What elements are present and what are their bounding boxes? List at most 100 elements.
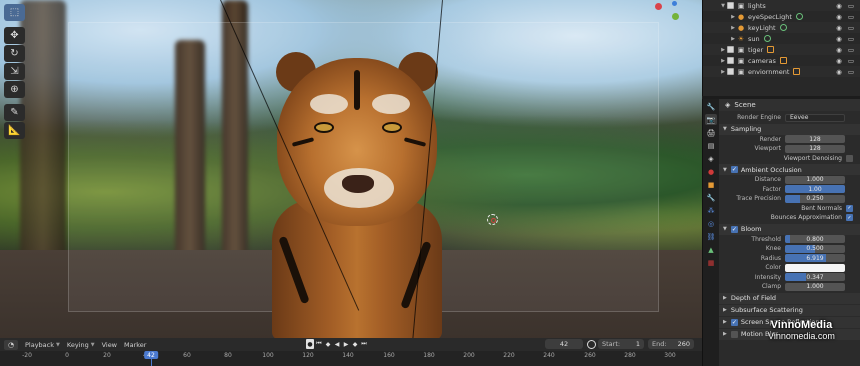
transform-tool-button[interactable]: ⊕ [4,81,25,98]
expand-arrow-icon[interactable]: ▶ [719,58,727,64]
bloom-radius-field[interactable]: 6.919 [785,254,845,263]
camera-icon[interactable]: ▭ [848,24,854,32]
playhead-frame-badge[interactable]: 42 [144,351,158,359]
marker-menu[interactable]: Marker [124,341,146,349]
playback-menu[interactable]: Playback ▼ [25,341,60,349]
tab-object[interactable]: ■ [705,179,717,190]
annotate-tool-button[interactable]: ✎ [4,104,25,121]
editor-type-button[interactable]: ◔ [4,339,18,350]
render-engine-dropdown[interactable]: Eevee [785,113,845,122]
eye-icon[interactable]: ◉ [836,57,842,65]
3d-cursor-icon[interactable] [487,214,498,225]
outliner-row-sun[interactable]: ▶ ☀ sun ◉ ▭ [703,33,860,44]
tab-tool[interactable]: 🔧 [705,101,717,112]
auto-keying-button[interactable]: ● [306,339,314,349]
expand-arrow-icon[interactable]: ▶ [719,47,727,53]
preview-range-icon[interactable] [587,340,596,349]
camera-icon[interactable]: ▭ [848,46,854,54]
include-checkbox[interactable] [727,57,734,64]
timeline-ruler[interactable]: -20 0 20 40 60 80 100 120 140 160 180 20… [0,351,702,366]
outliner-row-eyespeclight[interactable]: ▶ ● eyeSpecLight ◉ ▭ [703,11,860,22]
motion-blur-checkbox[interactable] [730,330,738,338]
outliner-row-cameras[interactable]: ▶ ▣ cameras ◉ ▭ [703,55,860,66]
scale-tool-button[interactable]: ⇲ [4,63,25,80]
tab-texture[interactable]: ▦ [705,257,717,268]
end-frame-field[interactable]: End: 260 [648,339,694,349]
bloom-clamp-field[interactable]: 1.000 [785,282,845,291]
camera-icon[interactable]: ▭ [848,2,854,10]
bent-normals-checkbox[interactable]: ✓ [846,204,853,212]
measure-tool-button[interactable]: 📐 [4,122,25,139]
expand-arrow-icon[interactable]: ▶ [729,14,737,20]
tiger-model[interactable] [262,50,452,338]
ao-factor-field[interactable]: 1.00 [785,185,845,194]
eye-icon[interactable]: ◉ [836,46,842,54]
outliner-row-lights[interactable]: ▼ ▣ lights ◉ ▭ [703,0,860,11]
jump-start-button[interactable]: ⏮ [315,339,323,349]
next-keyframe-button[interactable]: ◆ [351,339,359,349]
gizmo-y-axis-icon[interactable] [672,13,679,20]
expand-arrow-icon[interactable]: ▶ [729,36,737,42]
camera-icon[interactable]: ▭ [848,35,854,43]
eye-icon[interactable]: ◉ [836,2,842,10]
render-samples-field[interactable]: 128 [785,135,845,144]
outliner-row-enviornment[interactable]: ▶ ▣ enviornment ◉ ▭ [703,66,860,77]
bloom-section-header[interactable]: ▼ ✓ Bloom [719,223,860,235]
start-frame-field[interactable]: Start: 1 [598,339,644,349]
outliner-row-tiger[interactable]: ▶ ▣ tiger ◉ ▭ [703,44,860,55]
include-checkbox[interactable] [727,68,734,75]
ambient-occlusion-checkbox[interactable]: ✓ [730,166,738,173]
bloom-knee-field[interactable]: 0.500 [785,244,845,253]
tab-particles[interactable]: ⁂ [705,205,717,216]
tab-constraints[interactable]: ⛓ [705,231,717,242]
camera-icon[interactable]: ▭ [848,68,854,76]
3d-viewport[interactable]: ⬚ ✥ ↻ ⇲ ⊕ ✎ 📐 [0,0,702,338]
keying-menu[interactable]: Keying ▼ [67,341,95,349]
tab-view-layer[interactable]: ▤ [705,140,717,151]
tab-output[interactable]: 🖨 [705,127,717,138]
gizmo-z-axis-icon[interactable] [672,1,677,6]
viewport-denoising-checkbox[interactable] [846,154,853,162]
tab-data[interactable]: ▲ [705,244,717,255]
outliner-row-keylight[interactable]: ▶ ● keyLight ◉ ▭ [703,22,860,33]
tab-scene[interactable]: ◈ [705,153,717,164]
sampling-section-header[interactable]: ▼ Sampling [719,123,860,135]
current-frame-field[interactable]: 42 [545,339,583,349]
tab-physics[interactable]: ◎ [705,218,717,229]
ao-distance-field[interactable]: 1.000 [785,175,845,184]
play-button[interactable]: ▶ [342,339,350,349]
gizmo-x-axis-icon[interactable] [655,3,662,10]
bloom-threshold-field[interactable]: 0.800 [785,235,845,244]
bloom-color-swatch[interactable] [785,263,845,272]
viewport-samples-field[interactable]: 128 [785,144,845,153]
playhead-line[interactable] [151,359,152,366]
view-menu[interactable]: View [102,341,117,349]
camera-icon[interactable]: ▭ [848,57,854,65]
eye-icon[interactable]: ◉ [836,24,842,32]
play-reverse-button[interactable]: ◀ [333,339,341,349]
eye-icon[interactable]: ◉ [836,68,842,76]
move-tool-button[interactable]: ✥ [4,27,25,44]
jump-end-button[interactable]: ⏭ [360,339,368,349]
expand-arrow-icon[interactable]: ▶ [719,69,727,75]
ssr-checkbox[interactable]: ✓ [730,318,738,326]
expand-arrow-icon[interactable]: ▼ [719,3,727,9]
tab-world[interactable]: ● [705,166,717,177]
include-checkbox[interactable] [727,46,734,53]
depth-of-field-section-header[interactable]: ▶ Depth of Field [719,292,860,304]
tab-render[interactable]: 📷 [705,114,717,125]
rotate-tool-button[interactable]: ↻ [4,45,25,62]
ao-trace-field[interactable]: 0.250 [785,194,845,203]
ambient-occlusion-section-header[interactable]: ▼ ✓ Ambient Occlusion [719,164,860,175]
bloom-checkbox[interactable]: ✓ [730,225,738,233]
subsurface-section-header[interactable]: ▶ Subsurface Scattering [719,304,860,316]
prev-keyframe-button[interactable]: ◆ [324,339,332,349]
camera-icon[interactable]: ▭ [848,13,854,21]
select-box-tool-button[interactable]: ⬚ [4,4,25,21]
expand-arrow-icon[interactable]: ▶ [729,25,737,31]
include-checkbox[interactable] [727,2,734,9]
eye-icon[interactable]: ◉ [836,13,842,21]
bloom-intensity-field[interactable]: 0.347 [785,273,845,282]
bounces-approx-checkbox[interactable]: ✓ [846,214,853,222]
eye-icon[interactable]: ◉ [836,35,842,43]
